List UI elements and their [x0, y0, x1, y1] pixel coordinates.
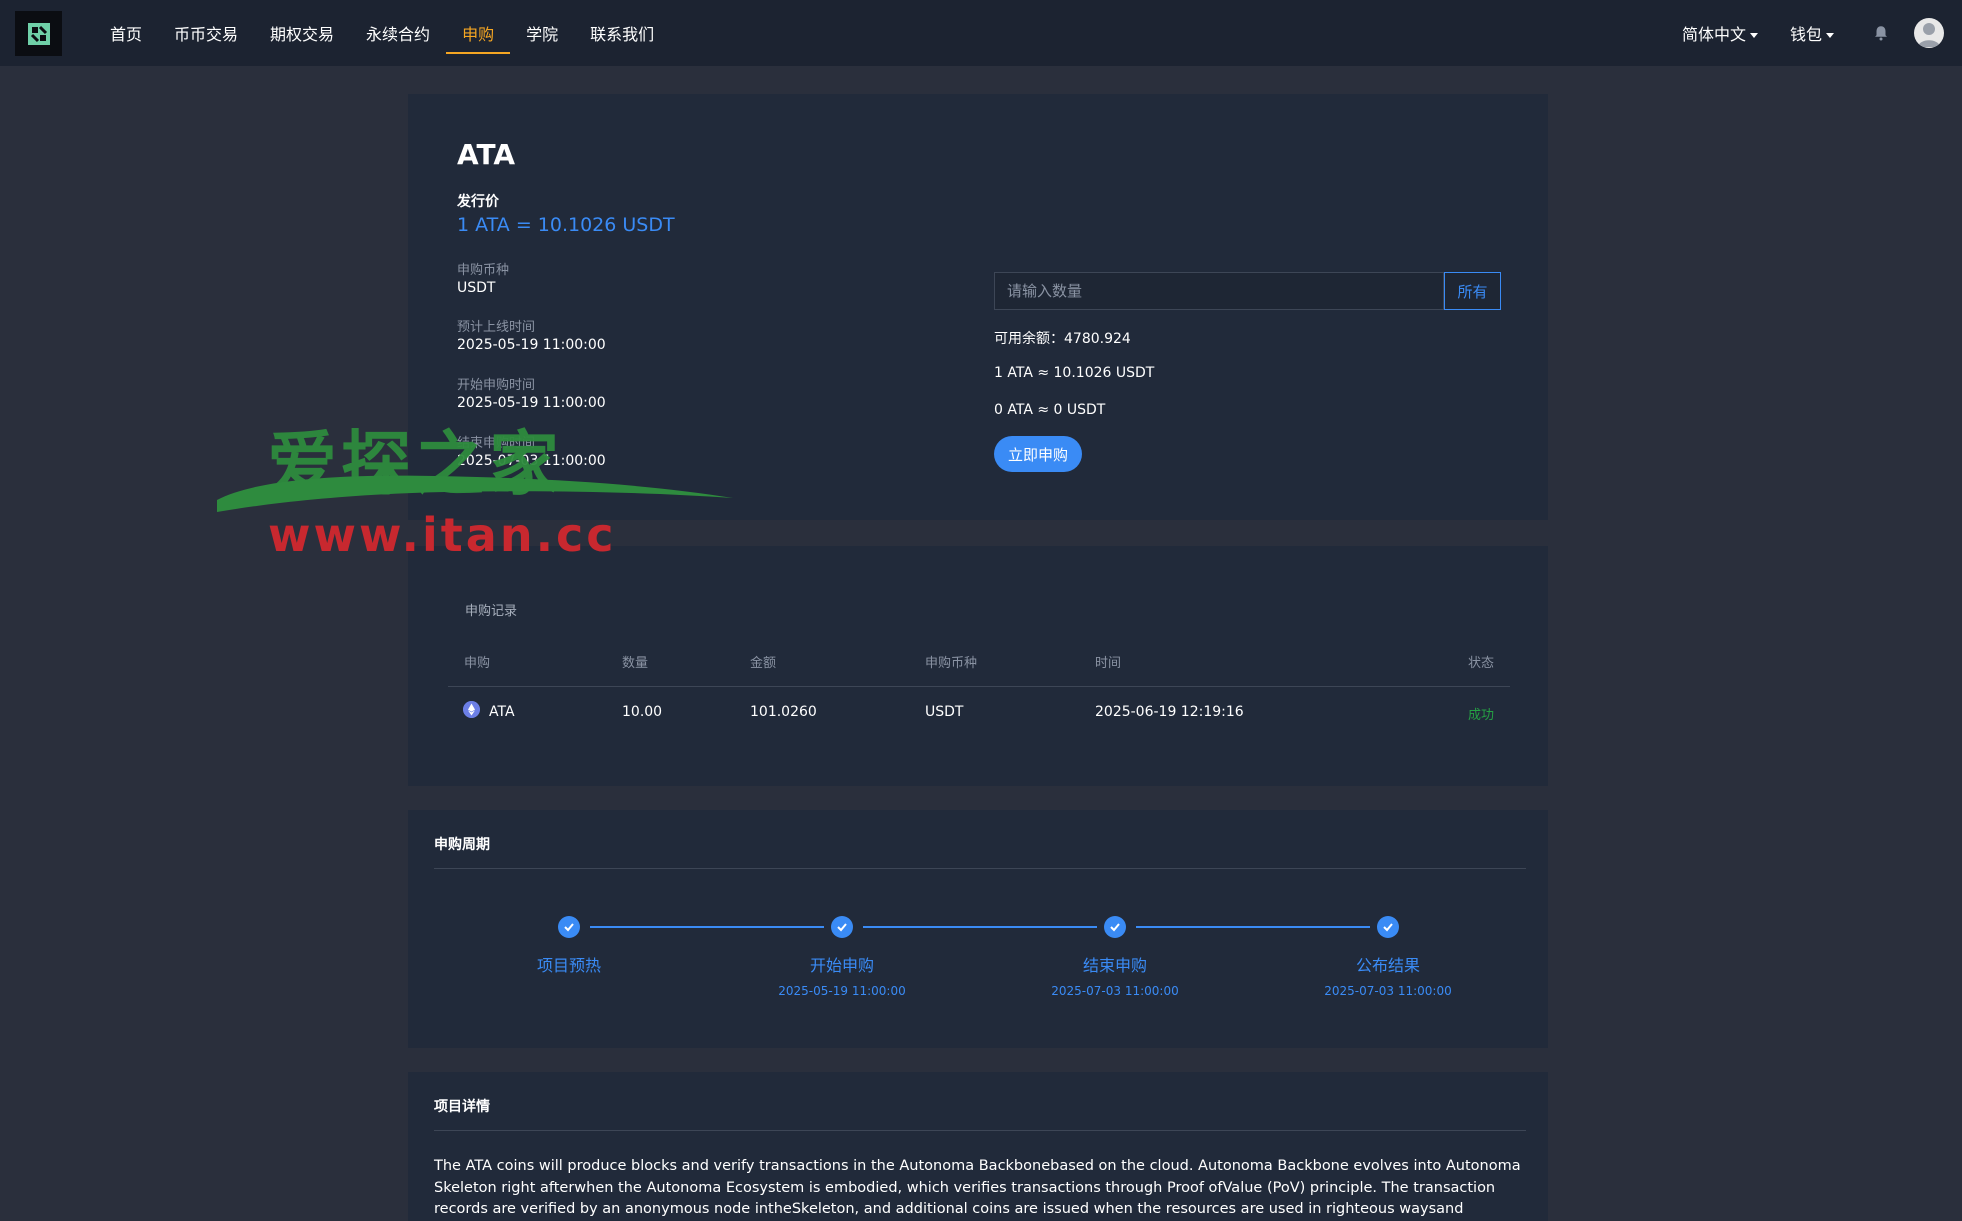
row-amount: 101.0260	[750, 704, 817, 720]
records-title: 申购记录	[465, 604, 518, 619]
step-date-result: 2025-07-03 11:00:00	[1324, 984, 1452, 998]
project-info-card: ATA 发行价 1 ATA = 10.1026 USDT 申购币种 USDT 预…	[408, 94, 1548, 520]
col-header-currency: 申购币种	[925, 656, 978, 671]
col-header-coin: 申购	[464, 656, 491, 671]
details-title: 项目详情	[434, 1099, 490, 1115]
step-connector	[590, 926, 824, 928]
issue-price: 1 ATA = 10.1026 USDT	[457, 214, 675, 236]
wallet-dropdown[interactable]: 钱包	[1790, 21, 1834, 45]
subscription-records-card: 申购记录 申购 数量 金额 申购币种 时间 状态 ATA 10.00 101.0…	[408, 546, 1548, 786]
col-header-time: 时间	[1095, 656, 1122, 671]
nav-item-perpetual-contract[interactable]: 永续合约	[350, 0, 446, 66]
nav-item-spot-trading[interactable]: 币币交易	[158, 0, 254, 66]
issue-price-label: 发行价	[457, 194, 499, 210]
chevron-down-icon	[1749, 33, 1758, 38]
language-dropdown[interactable]: 简体中文	[1682, 21, 1758, 45]
currency-label: 申购币种	[457, 263, 510, 278]
language-label: 简体中文	[1681, 25, 1746, 44]
subscribe-now-button[interactable]: 立即申购	[994, 436, 1082, 472]
row-time: 2025-06-19 12:19:16	[1095, 704, 1244, 720]
currency-value: USDT	[457, 280, 496, 296]
step-check-icon	[831, 916, 853, 938]
cycle-title: 申购周期	[434, 837, 490, 853]
subscription-cycle-card: 申购周期 项目预热 开始申购 结束申购 公布结果 2025-05-19 11:0…	[408, 810, 1548, 1048]
header-right: 简体中文 钱包	[1682, 0, 1944, 66]
col-header-qty: 数量	[622, 656, 649, 671]
nav-item-options-trading[interactable]: 期权交易	[254, 0, 350, 66]
available-balance: 可用余额：4780.924	[994, 331, 1131, 347]
step-label-result: 公布结果	[1355, 956, 1420, 975]
start-time-value: 2025-05-19 11:00:00	[457, 395, 606, 411]
wallet-label: 钱包	[1789, 25, 1822, 44]
section-divider	[434, 868, 1526, 869]
step-label-start: 开始申购	[809, 956, 874, 975]
all-button[interactable]: 所有	[1444, 272, 1501, 310]
user-icon	[1918, 23, 1940, 47]
section-divider	[434, 1130, 1526, 1131]
row-coin: ATA	[489, 704, 515, 720]
project-description: The ATA coins will produce blocks and ve…	[434, 1158, 1521, 1217]
nav-item-academy[interactable]: 学院	[510, 0, 574, 66]
step-connector	[1136, 926, 1370, 928]
chevron-down-icon	[1826, 33, 1834, 38]
end-time-value: 2025-07-03 11:00:00	[457, 453, 606, 469]
logo-icon	[27, 22, 50, 45]
ethereum-icon	[463, 701, 480, 718]
project-title: ATA	[457, 138, 516, 171]
estimate-value: 0 ATA ≈ 0 USDT	[994, 402, 1106, 418]
nav-item-contact[interactable]: 联系我们	[574, 0, 670, 66]
top-nav-bar: 首页 币币交易 期权交易 永续合约 申购 学院 联系我们 简体中文 钱包	[0, 0, 1962, 66]
col-header-amount: 金额	[750, 656, 777, 671]
step-label-end: 结束申购	[1082, 956, 1147, 975]
start-time-label: 开始申购时间	[457, 378, 536, 393]
step-check-icon	[1377, 916, 1399, 938]
project-details-card: 项目详情 The ATA coins will produce blocks a…	[408, 1072, 1548, 1221]
bell-icon[interactable]	[1872, 24, 1890, 42]
step-connector	[863, 926, 1097, 928]
step-check-icon	[558, 916, 580, 938]
step-label-warmup: 项目预热	[536, 956, 601, 975]
step-date-start: 2025-05-19 11:00:00	[778, 984, 906, 998]
listing-time-label: 预计上线时间	[457, 320, 536, 335]
logo[interactable]	[15, 11, 62, 56]
main-nav: 首页 币币交易 期权交易 永续合约 申购 学院 联系我们	[94, 0, 670, 66]
step-check-icon	[1104, 916, 1126, 938]
nav-item-home[interactable]: 首页	[94, 0, 158, 66]
table-divider	[448, 686, 1510, 687]
row-qty: 10.00	[622, 704, 663, 720]
col-header-status: 状态	[1468, 656, 1495, 671]
row-currency: USDT	[925, 704, 964, 720]
avatar[interactable]	[1914, 18, 1944, 48]
nav-item-subscribe[interactable]: 申购	[446, 0, 511, 66]
listing-time-value: 2025-05-19 11:00:00	[457, 337, 606, 353]
exchange-rate: 1 ATA ≈ 10.1026 USDT	[994, 365, 1155, 381]
end-time-label: 结束申购时间	[457, 436, 536, 451]
status-badge: 成功	[1468, 708, 1495, 723]
step-date-end: 2025-07-03 11:00:00	[1051, 984, 1179, 998]
quantity-input[interactable]	[994, 272, 1444, 310]
